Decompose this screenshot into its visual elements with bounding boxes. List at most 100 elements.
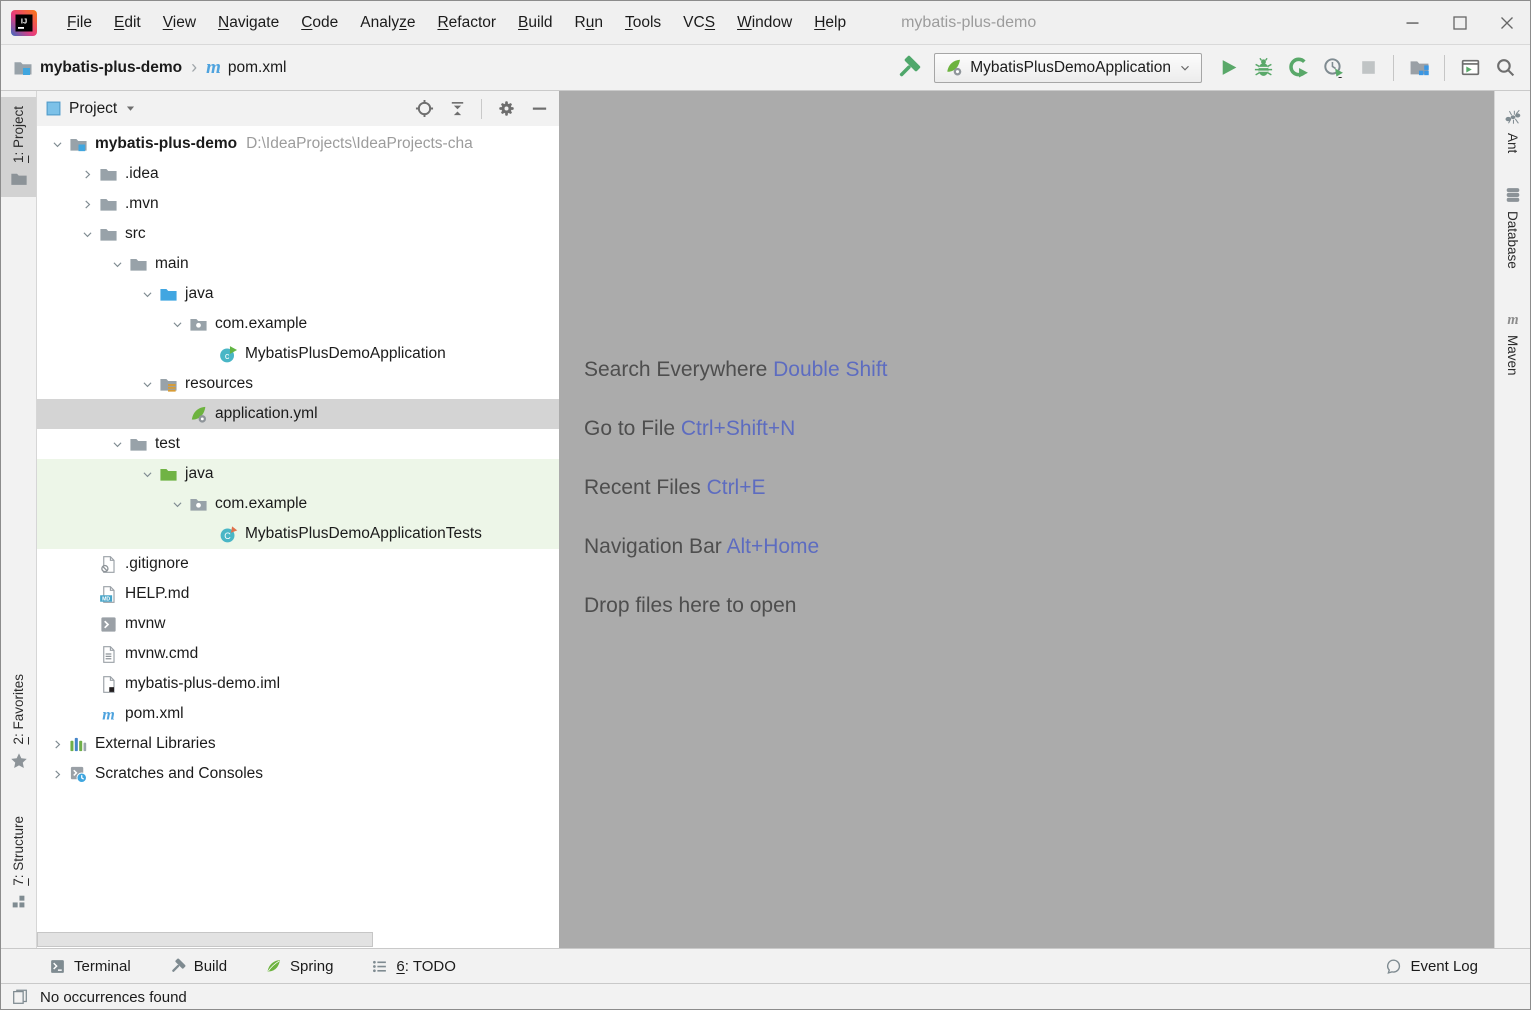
- chevron-right-icon[interactable]: [75, 192, 99, 216]
- project-panel-title[interactable]: Project: [69, 100, 117, 118]
- tree-row-label: Scratches and Consoles: [95, 765, 263, 783]
- right-tool-stripe: Ant Database mMaven: [1494, 91, 1530, 948]
- tree-row-mybatisplusdemoapplicationtests[interactable]: CMybatisPlusDemoApplicationTests: [37, 519, 559, 549]
- md-file-icon: MD: [99, 585, 118, 604]
- menu-run[interactable]: Run: [564, 9, 614, 37]
- tree-row-mybatis-plus-demo[interactable]: mybatis-plus-demoD:\IdeaProjects\IdeaPro…: [37, 129, 559, 159]
- toolwindow-6-todo[interactable]: 6: TODO: [371, 958, 455, 975]
- profile-button[interactable]: [1320, 55, 1346, 81]
- tree-row-gitignore[interactable]: .gitignore: [37, 549, 559, 579]
- tool-stripe-database[interactable]: Database: [1495, 177, 1530, 278]
- tool-stripe-2-favorites[interactable]: 2: Favorites: [1, 665, 36, 779]
- minimize-button[interactable]: [1389, 1, 1436, 44]
- tool-stripe-7-structure[interactable]: 7: Structure: [1, 807, 36, 920]
- tree-row-com-example[interactable]: com.example: [37, 309, 559, 339]
- tree-row-mvnw-cmd[interactable]: mvnw.cmd: [37, 639, 559, 669]
- chevron-down-icon[interactable]: [105, 432, 129, 456]
- shortcut-hint: Drop files here to open: [584, 592, 1494, 620]
- run-anything-icon: [1460, 57, 1481, 78]
- run-with-coverage-button[interactable]: [1285, 55, 1311, 81]
- tree-row-help-md[interactable]: MDHELP.md: [37, 579, 559, 609]
- debug-button[interactable]: [1250, 55, 1276, 81]
- menu-analyze[interactable]: Analyze: [349, 9, 426, 37]
- run-configuration-select[interactable]: MybatisPlusDemoApplication: [934, 53, 1202, 83]
- breadcrumb-file[interactable]: pom.xml: [228, 59, 287, 77]
- navigation-bar: mybatis-plus-demo › m pom.xml MybatisPlu…: [1, 45, 1530, 91]
- tree-row-resources[interactable]: resources: [37, 369, 559, 399]
- menu-file[interactable]: File: [56, 9, 103, 37]
- project-structure-button[interactable]: [1406, 55, 1432, 81]
- toolwindow-spring[interactable]: Spring: [265, 958, 333, 975]
- console-file-icon: [99, 615, 118, 634]
- menu-refactor[interactable]: Refactor: [426, 9, 507, 37]
- select-opened-file-button[interactable]: [412, 97, 436, 121]
- menu-navigate[interactable]: Navigate: [207, 9, 290, 37]
- tree-row-mvnw[interactable]: mvnw: [37, 609, 559, 639]
- tool-stripe-ant[interactable]: Ant: [1495, 99, 1530, 162]
- tree-row-java[interactable]: java: [37, 279, 559, 309]
- tree-row-src[interactable]: src: [37, 219, 559, 249]
- close-button[interactable]: [1483, 1, 1530, 44]
- build-project-button[interactable]: [895, 55, 921, 81]
- chevron-down-icon[interactable]: [45, 132, 69, 156]
- menu-window[interactable]: Window: [726, 9, 803, 37]
- tree-row-application-yml[interactable]: application.yml: [37, 399, 559, 429]
- chevron-right-icon[interactable]: [45, 762, 69, 786]
- menu-view[interactable]: View: [152, 9, 207, 37]
- star-icon: [10, 752, 28, 770]
- tool-stripe-1-project[interactable]: 1: Project: [1, 97, 36, 197]
- chevron-down-icon[interactable]: [135, 462, 159, 486]
- folder-resources-icon: [159, 375, 178, 394]
- tool-window-icon: [45, 100, 62, 117]
- breadcrumb-project[interactable]: mybatis-plus-demo: [40, 59, 182, 77]
- tool-stripe-label: 7: Structure: [11, 816, 26, 886]
- tree-row-mybatisplusdemoapplication[interactable]: cMybatisPlusDemoApplication: [37, 339, 559, 369]
- todo-list-icon: [371, 958, 388, 975]
- tree-row-idea[interactable]: .idea: [37, 159, 559, 189]
- svg-text:IJ: IJ: [21, 16, 27, 25]
- chevron-down-icon[interactable]: [165, 492, 189, 516]
- chevron-right-icon[interactable]: [45, 732, 69, 756]
- chevron-down-icon[interactable]: [105, 252, 129, 276]
- tree-row-main[interactable]: main: [37, 249, 559, 279]
- tree-row-scratches-and-consoles[interactable]: Scratches and Consoles: [37, 759, 559, 789]
- window-controls: [1389, 1, 1530, 44]
- maximize-button[interactable]: [1436, 1, 1483, 44]
- toolwindow-build[interactable]: Build: [169, 958, 227, 975]
- toolwindow-terminal[interactable]: Terminal: [49, 958, 131, 975]
- project-folder-icon: [13, 58, 33, 78]
- tree-row-test[interactable]: test: [37, 429, 559, 459]
- menu-edit[interactable]: Edit: [103, 9, 152, 37]
- menu-build[interactable]: Build: [507, 9, 563, 37]
- menu-vcs[interactable]: VCS: [672, 9, 726, 37]
- stop-button[interactable]: [1355, 55, 1381, 81]
- tree-row-java[interactable]: java: [37, 459, 559, 489]
- settings-button[interactable]: [494, 97, 518, 121]
- run-button[interactable]: [1215, 55, 1241, 81]
- chevron-down-icon[interactable]: [165, 312, 189, 336]
- menu-tools[interactable]: Tools: [614, 9, 672, 37]
- terminal-icon: [49, 958, 66, 975]
- tree-row-mvn[interactable]: .mvn: [37, 189, 559, 219]
- chevron-down-icon[interactable]: [135, 372, 159, 396]
- shortcut-hint: Navigation Bar Alt+Home: [584, 533, 1494, 561]
- caret-down-icon[interactable]: [124, 102, 137, 115]
- chevron-down-icon[interactable]: [75, 222, 99, 246]
- shortcut-key: Ctrl+E: [707, 476, 766, 499]
- chevron-right-icon[interactable]: [75, 162, 99, 186]
- run-anything-button[interactable]: [1457, 55, 1483, 81]
- tree-row-com-example[interactable]: com.example: [37, 489, 559, 519]
- menu-code[interactable]: Code: [290, 9, 349, 37]
- tree-row-mybatis-plus-demo-iml[interactable]: mybatis-plus-demo.iml: [37, 669, 559, 699]
- tree-row-external-libraries[interactable]: External Libraries: [37, 729, 559, 759]
- spring-boot-icon: [944, 58, 963, 77]
- tree-row-pom-xml[interactable]: mpom.xml: [37, 699, 559, 729]
- collapse-all-button[interactable]: [445, 97, 469, 121]
- tool-stripe-maven[interactable]: mMaven: [1495, 301, 1530, 385]
- toolwindow-event-log[interactable]: Event Log: [1385, 958, 1478, 975]
- menu-help[interactable]: Help: [803, 9, 857, 37]
- scrollbar-thumb[interactable]: [37, 932, 373, 947]
- search-everywhere-button[interactable]: [1492, 55, 1518, 81]
- hide-panel-button[interactable]: [527, 97, 551, 121]
- chevron-down-icon[interactable]: [135, 282, 159, 306]
